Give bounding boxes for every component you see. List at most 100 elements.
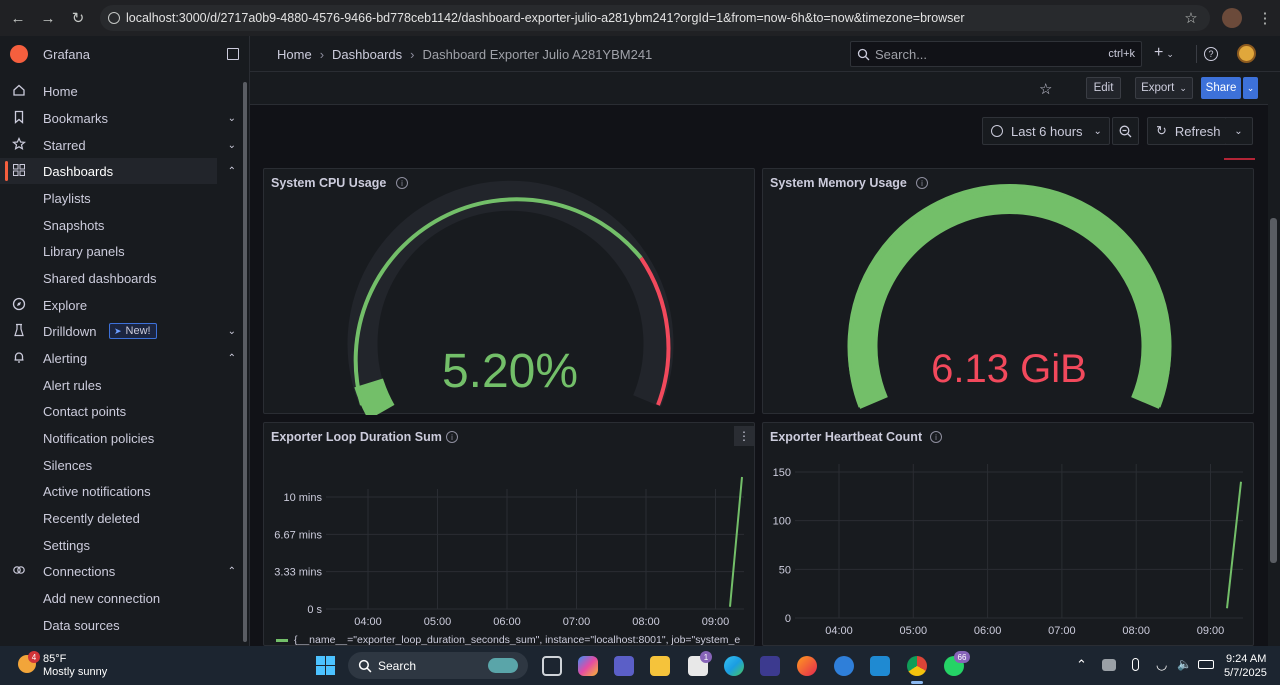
sidebar-item-settings[interactable]: Settings	[0, 532, 240, 558]
chevron-down-icon: ⌄	[1246, 82, 1255, 93]
page-scrollbar[interactable]	[1268, 72, 1280, 646]
microphone-icon[interactable]	[1132, 658, 1139, 671]
search-input[interactable]: Search... ctrl+k	[850, 41, 1142, 67]
user-avatar[interactable]	[1237, 44, 1256, 63]
sidebar-item-label: Alerting	[43, 350, 88, 366]
sidebar-item-recently-deleted[interactable]: Recently deleted	[0, 505, 240, 531]
x-tick-label: 07:00	[563, 616, 591, 628]
vscode-icon[interactable]	[870, 656, 890, 676]
sidebar-item-data-sources[interactable]: Data sources	[0, 612, 240, 638]
sidebar-item-starred[interactable]: Starred ⌄	[0, 132, 240, 158]
breadcrumb-current: Dashboard Exporter Julio A281YBM241	[422, 47, 653, 62]
sidebar-item-alert-rules[interactable]: Alert rules	[0, 372, 240, 398]
taskbar-search[interactable]: Search	[348, 652, 528, 679]
battery-icon[interactable]	[1198, 660, 1214, 669]
task-view-icon[interactable]	[542, 656, 562, 676]
edge-icon[interactable]	[724, 656, 744, 676]
chevron-down-icon[interactable]: ⌄	[228, 140, 236, 151]
sidebar-item-bookmarks[interactable]: Bookmarks ⌄	[0, 105, 240, 131]
back-icon[interactable]: ←	[3, 0, 33, 36]
sidebar-item-drilldown[interactable]: Drilldown ➤ New! ⌄	[0, 318, 240, 344]
chevron-down-icon[interactable]: ⌄	[228, 326, 236, 337]
chevron-up-icon[interactable]: ⌃	[228, 566, 236, 577]
sidebar-scrollbar[interactable]	[243, 82, 247, 642]
export-button[interactable]: Export ⌄	[1135, 77, 1193, 99]
sidebar-item-label: Add new connection	[43, 590, 161, 606]
sidebar-item-dashboards[interactable]: Dashboards ⌃	[0, 158, 236, 184]
favorite-star-icon[interactable]: ☆	[1039, 80, 1052, 98]
sidebar-item-alerting[interactable]: Alerting ⌃	[0, 345, 240, 371]
loop-chart: 10 mins 6.67 mins 3.33 mins 0 s 04:00 05:00 06…	[274, 476, 744, 628]
y-tick-label: 0 s	[307, 604, 322, 616]
sidebar-item-library-panels[interactable]: Library panels	[0, 238, 240, 264]
sidebar-item-explore[interactable]: Explore	[0, 292, 240, 318]
controls-row: Last 6 hours ⌄ ↻ Refresh ⌄	[250, 105, 1268, 160]
add-menu-button[interactable]: + ⌄	[1154, 44, 1174, 62]
page-scrollbar-thumb[interactable]	[1270, 218, 1277, 563]
info-icon[interactable]: i	[930, 431, 942, 443]
chevron-up-icon[interactable]: ⌃	[228, 353, 236, 364]
sidebar-item-active-notifications[interactable]: Active notifications	[0, 478, 240, 504]
sidebar-item-label: Recently deleted	[43, 510, 140, 526]
chevron-up-icon[interactable]: ⌃	[1076, 657, 1087, 673]
profile-avatar[interactable]	[1222, 8, 1242, 28]
bookmark-star-icon[interactable]: ☆	[1176, 0, 1206, 36]
share-dropdown-button[interactable]: ⌄	[1243, 77, 1258, 99]
teams-icon[interactable]	[614, 656, 634, 676]
panel-menu-icon[interactable]: ⋮	[734, 426, 754, 446]
sidebar-item-label: Home	[43, 83, 78, 99]
copilot-icon[interactable]	[578, 656, 598, 676]
chevron-down-icon[interactable]: ⌄	[228, 113, 236, 124]
windows-start-icon[interactable]	[316, 656, 335, 675]
tray-app-icon[interactable]	[1102, 659, 1116, 671]
wifi-icon[interactable]: ◡	[1156, 657, 1167, 673]
sidebar-item-shared-dashboards[interactable]: Shared dashboards	[0, 265, 240, 291]
sidebar-item-silences[interactable]: Silences	[0, 452, 240, 478]
refresh-interval-button[interactable]: ⌄	[1225, 117, 1253, 145]
file-explorer-icon[interactable]	[650, 656, 670, 676]
sidebar-item-label: Bookmarks	[43, 110, 109, 126]
app-icon[interactable]	[760, 656, 780, 676]
sidebar-item-home[interactable]: Home	[0, 78, 240, 104]
share-button[interactable]: Share	[1201, 77, 1241, 99]
browser-menu-icon[interactable]: ⋮	[1250, 0, 1280, 36]
sidebar-item-notification-policies[interactable]: Notification policies	[0, 425, 240, 451]
chrome-icon[interactable]	[907, 656, 927, 676]
active-app-indicator	[911, 681, 923, 684]
breadcrumb-dashboards[interactable]: Dashboards	[332, 47, 402, 62]
firefox-icon[interactable]	[797, 656, 817, 676]
compass-icon	[12, 297, 28, 313]
forward-icon[interactable]: →	[33, 0, 63, 36]
sidebar-item-connections[interactable]: Connections ⌃	[0, 558, 240, 584]
chrome-dev-icon[interactable]	[834, 656, 854, 676]
grafana-logo[interactable]	[10, 45, 28, 63]
sidebar-item-snapshots[interactable]: Snapshots	[0, 212, 240, 238]
dock-menu-icon[interactable]	[227, 48, 239, 60]
edit-button[interactable]: Edit	[1086, 77, 1121, 99]
address-bar[interactable]: localhost:3000/d/2717a0b9-4880-4576-9466…	[100, 5, 1210, 31]
chevron-down-icon: ⌄	[1234, 125, 1243, 137]
clock-time[interactable]: 9:24 AM	[1226, 653, 1266, 665]
volume-icon[interactable]: 🔈	[1177, 657, 1192, 671]
reload-icon[interactable]: ↻	[63, 0, 93, 36]
zoom-out-button[interactable]	[1112, 117, 1139, 145]
new-badge: ➤ New!	[109, 323, 157, 339]
chevron-up-icon[interactable]: ⌃	[228, 166, 236, 177]
weather-temp[interactable]: 85°F	[43, 653, 66, 665]
clock-date[interactable]: 5/7/2025	[1224, 667, 1267, 679]
clock-icon	[991, 125, 1003, 137]
site-info-icon[interactable]	[108, 12, 120, 24]
search-highlight-icon	[488, 658, 518, 673]
help-icon[interactable]: ?	[1204, 47, 1218, 61]
bookmark-icon	[12, 110, 28, 126]
sidebar-item-playlists[interactable]: Playlists	[0, 185, 240, 211]
breadcrumb-separator-icon: ›	[410, 47, 415, 62]
sidebar-item-add-new-connection[interactable]: Add new connection	[0, 585, 240, 611]
info-icon[interactable]: i	[446, 431, 458, 443]
star-icon	[12, 137, 28, 153]
breadcrumb-home[interactable]: Home	[277, 47, 312, 62]
time-range-picker[interactable]: Last 6 hours ⌄	[982, 117, 1110, 145]
sidebar-item-contact-points[interactable]: Contact points	[0, 398, 240, 424]
y-tick-label: 6.67 mins	[274, 529, 322, 541]
legend-item[interactable]: {__name__="exporter_loop_duration_second…	[276, 634, 740, 645]
